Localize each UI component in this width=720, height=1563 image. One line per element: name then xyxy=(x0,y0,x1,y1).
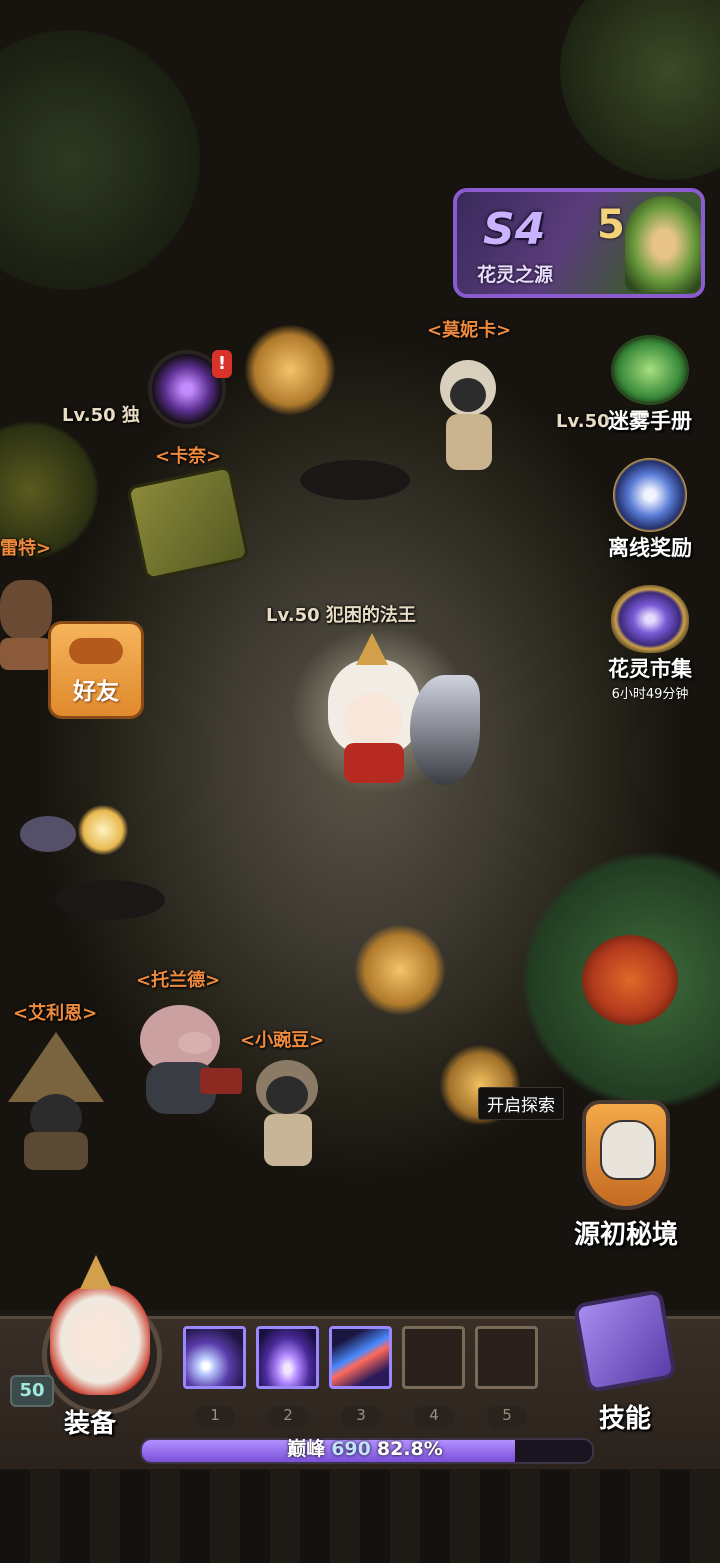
npc-reit-label: 雷特> xyxy=(0,538,52,559)
npc-kana-label: <卡奈> xyxy=(155,446,222,467)
npc-toland[interactable] xyxy=(130,1000,242,1120)
glowing-plant xyxy=(245,325,335,415)
slot-number-5: 5 xyxy=(487,1406,527,1428)
cat-creature[interactable] xyxy=(20,808,78,854)
slot-number-2: 2 xyxy=(268,1406,308,1428)
comet-skill-icon xyxy=(332,1329,389,1386)
progress-percent: 82.8% xyxy=(376,1438,443,1460)
other-player-left-label: Lv.50 独 xyxy=(62,405,140,426)
rank-value: 690 xyxy=(331,1438,371,1460)
skull-emblem-icon xyxy=(582,1100,670,1210)
skill-slot-3[interactable] xyxy=(329,1326,392,1389)
player-name-tag: Lv.50 犯困的法王 xyxy=(266,605,416,626)
meteor-skill-icon xyxy=(186,1329,243,1386)
spellbook-icon xyxy=(572,1288,678,1394)
npc-pea[interactable] xyxy=(250,1060,326,1168)
slot-number-3: 3 xyxy=(341,1406,381,1428)
avatar-crown-icon xyxy=(80,1255,112,1289)
dark-roots xyxy=(55,880,165,920)
flower-market-label: 花灵市集 xyxy=(608,657,692,681)
avatar xyxy=(50,1285,150,1395)
top-right-foliage xyxy=(560,0,720,180)
skill-slot-5[interactable] xyxy=(475,1326,538,1389)
top-left-foliage xyxy=(0,30,200,290)
offline-reward-label: 离线奖励 xyxy=(608,536,692,560)
flower-market-button[interactable]: 花灵市集 6小时49分钟 xyxy=(590,585,710,702)
season-number: 5 xyxy=(597,202,625,248)
quest-orb-button[interactable]: ! xyxy=(148,350,232,428)
origin-realm-button[interactable]: 源初秘境 xyxy=(556,1100,696,1260)
npc-reit-head xyxy=(0,580,52,640)
skill-slot-4[interactable] xyxy=(402,1326,465,1389)
npc-toland-label: <托兰德> xyxy=(136,970,221,991)
glowing-plant xyxy=(355,925,445,1015)
red-flower xyxy=(582,935,678,1025)
slot-number-4: 4 xyxy=(414,1406,454,1428)
skill-slot-1[interactable] xyxy=(183,1326,246,1389)
explore-tooltip: 开启探索 xyxy=(478,1087,564,1120)
player-face xyxy=(344,693,402,747)
offline-reward-button[interactable]: 离线奖励 xyxy=(590,458,710,562)
npc-monika-label: <莫妮卡> xyxy=(427,320,512,341)
book-icon xyxy=(200,1068,242,1094)
npc-monika-body xyxy=(446,414,492,470)
game-world[interactable]: S4 5 花灵之源 <莫妮卡> <卡奈> 雷特> <托兰德> <艾利恩> <小豌… xyxy=(0,0,720,1310)
dice-box xyxy=(126,465,250,581)
flower-market-timer: 6小时49分钟 xyxy=(611,687,689,702)
npc-ellien[interactable] xyxy=(0,1032,110,1172)
friends-label: 好友 xyxy=(73,679,119,705)
npc-pea-face xyxy=(266,1076,308,1114)
mist-manual-label: 迷雾手册 xyxy=(608,409,692,433)
friends-button[interactable]: 好友 xyxy=(48,621,144,719)
npc-ellien-body xyxy=(24,1132,88,1170)
rank-label: 巅峰 xyxy=(287,1438,326,1460)
npc-monika[interactable] xyxy=(432,360,502,472)
season-text: S4 xyxy=(483,204,546,255)
cloud-icon xyxy=(69,638,123,664)
alert-icon: ! xyxy=(212,350,232,378)
equipment-button[interactable]: 50 装备 xyxy=(10,1255,170,1445)
player-crown-icon xyxy=(356,633,388,665)
crystal-shield-icon xyxy=(611,585,689,653)
season-character-art xyxy=(625,196,701,292)
npc-ellien-label: <艾利恩> xyxy=(13,1003,98,1024)
season-title: 花灵之源 xyxy=(477,264,554,286)
npc-monika-face xyxy=(450,378,486,412)
skill-slot-2[interactable] xyxy=(256,1326,319,1389)
mist-manual-button[interactable]: 迷雾手册 xyxy=(590,335,710,435)
skills-label: 技能 xyxy=(598,1404,651,1434)
player-character[interactable] xyxy=(270,625,490,795)
cat-creature-body xyxy=(20,816,76,852)
skills-button[interactable]: 技能 xyxy=(560,1288,690,1440)
rank-progress-text: 巅峰 690 82.8% xyxy=(140,1437,590,1461)
portal-skill-icon xyxy=(259,1329,316,1386)
witch-hat xyxy=(8,1032,104,1102)
pig-snout xyxy=(178,1032,212,1054)
glowing-orb[interactable] xyxy=(78,805,128,855)
mist-manual-icon xyxy=(611,335,689,405)
season-banner[interactable]: S4 5 花灵之源 xyxy=(453,188,705,298)
player-body xyxy=(344,743,404,783)
skull-icon xyxy=(600,1120,656,1180)
npc-kana[interactable] xyxy=(126,465,250,590)
npc-pea-label: <小豌豆> xyxy=(240,1030,325,1051)
moon-icon xyxy=(613,458,687,532)
origin-realm-label: 源初秘境 xyxy=(573,1220,678,1250)
slot-number-1: 1 xyxy=(195,1406,235,1428)
bottom-ornament xyxy=(0,1470,720,1563)
npc-pea-body xyxy=(264,1114,312,1166)
dark-roots xyxy=(300,460,410,500)
npc-reit-body xyxy=(0,638,52,670)
equipment-label: 装备 xyxy=(64,1409,117,1439)
player-wing xyxy=(410,675,480,785)
level-badge: 50 xyxy=(10,1375,54,1407)
